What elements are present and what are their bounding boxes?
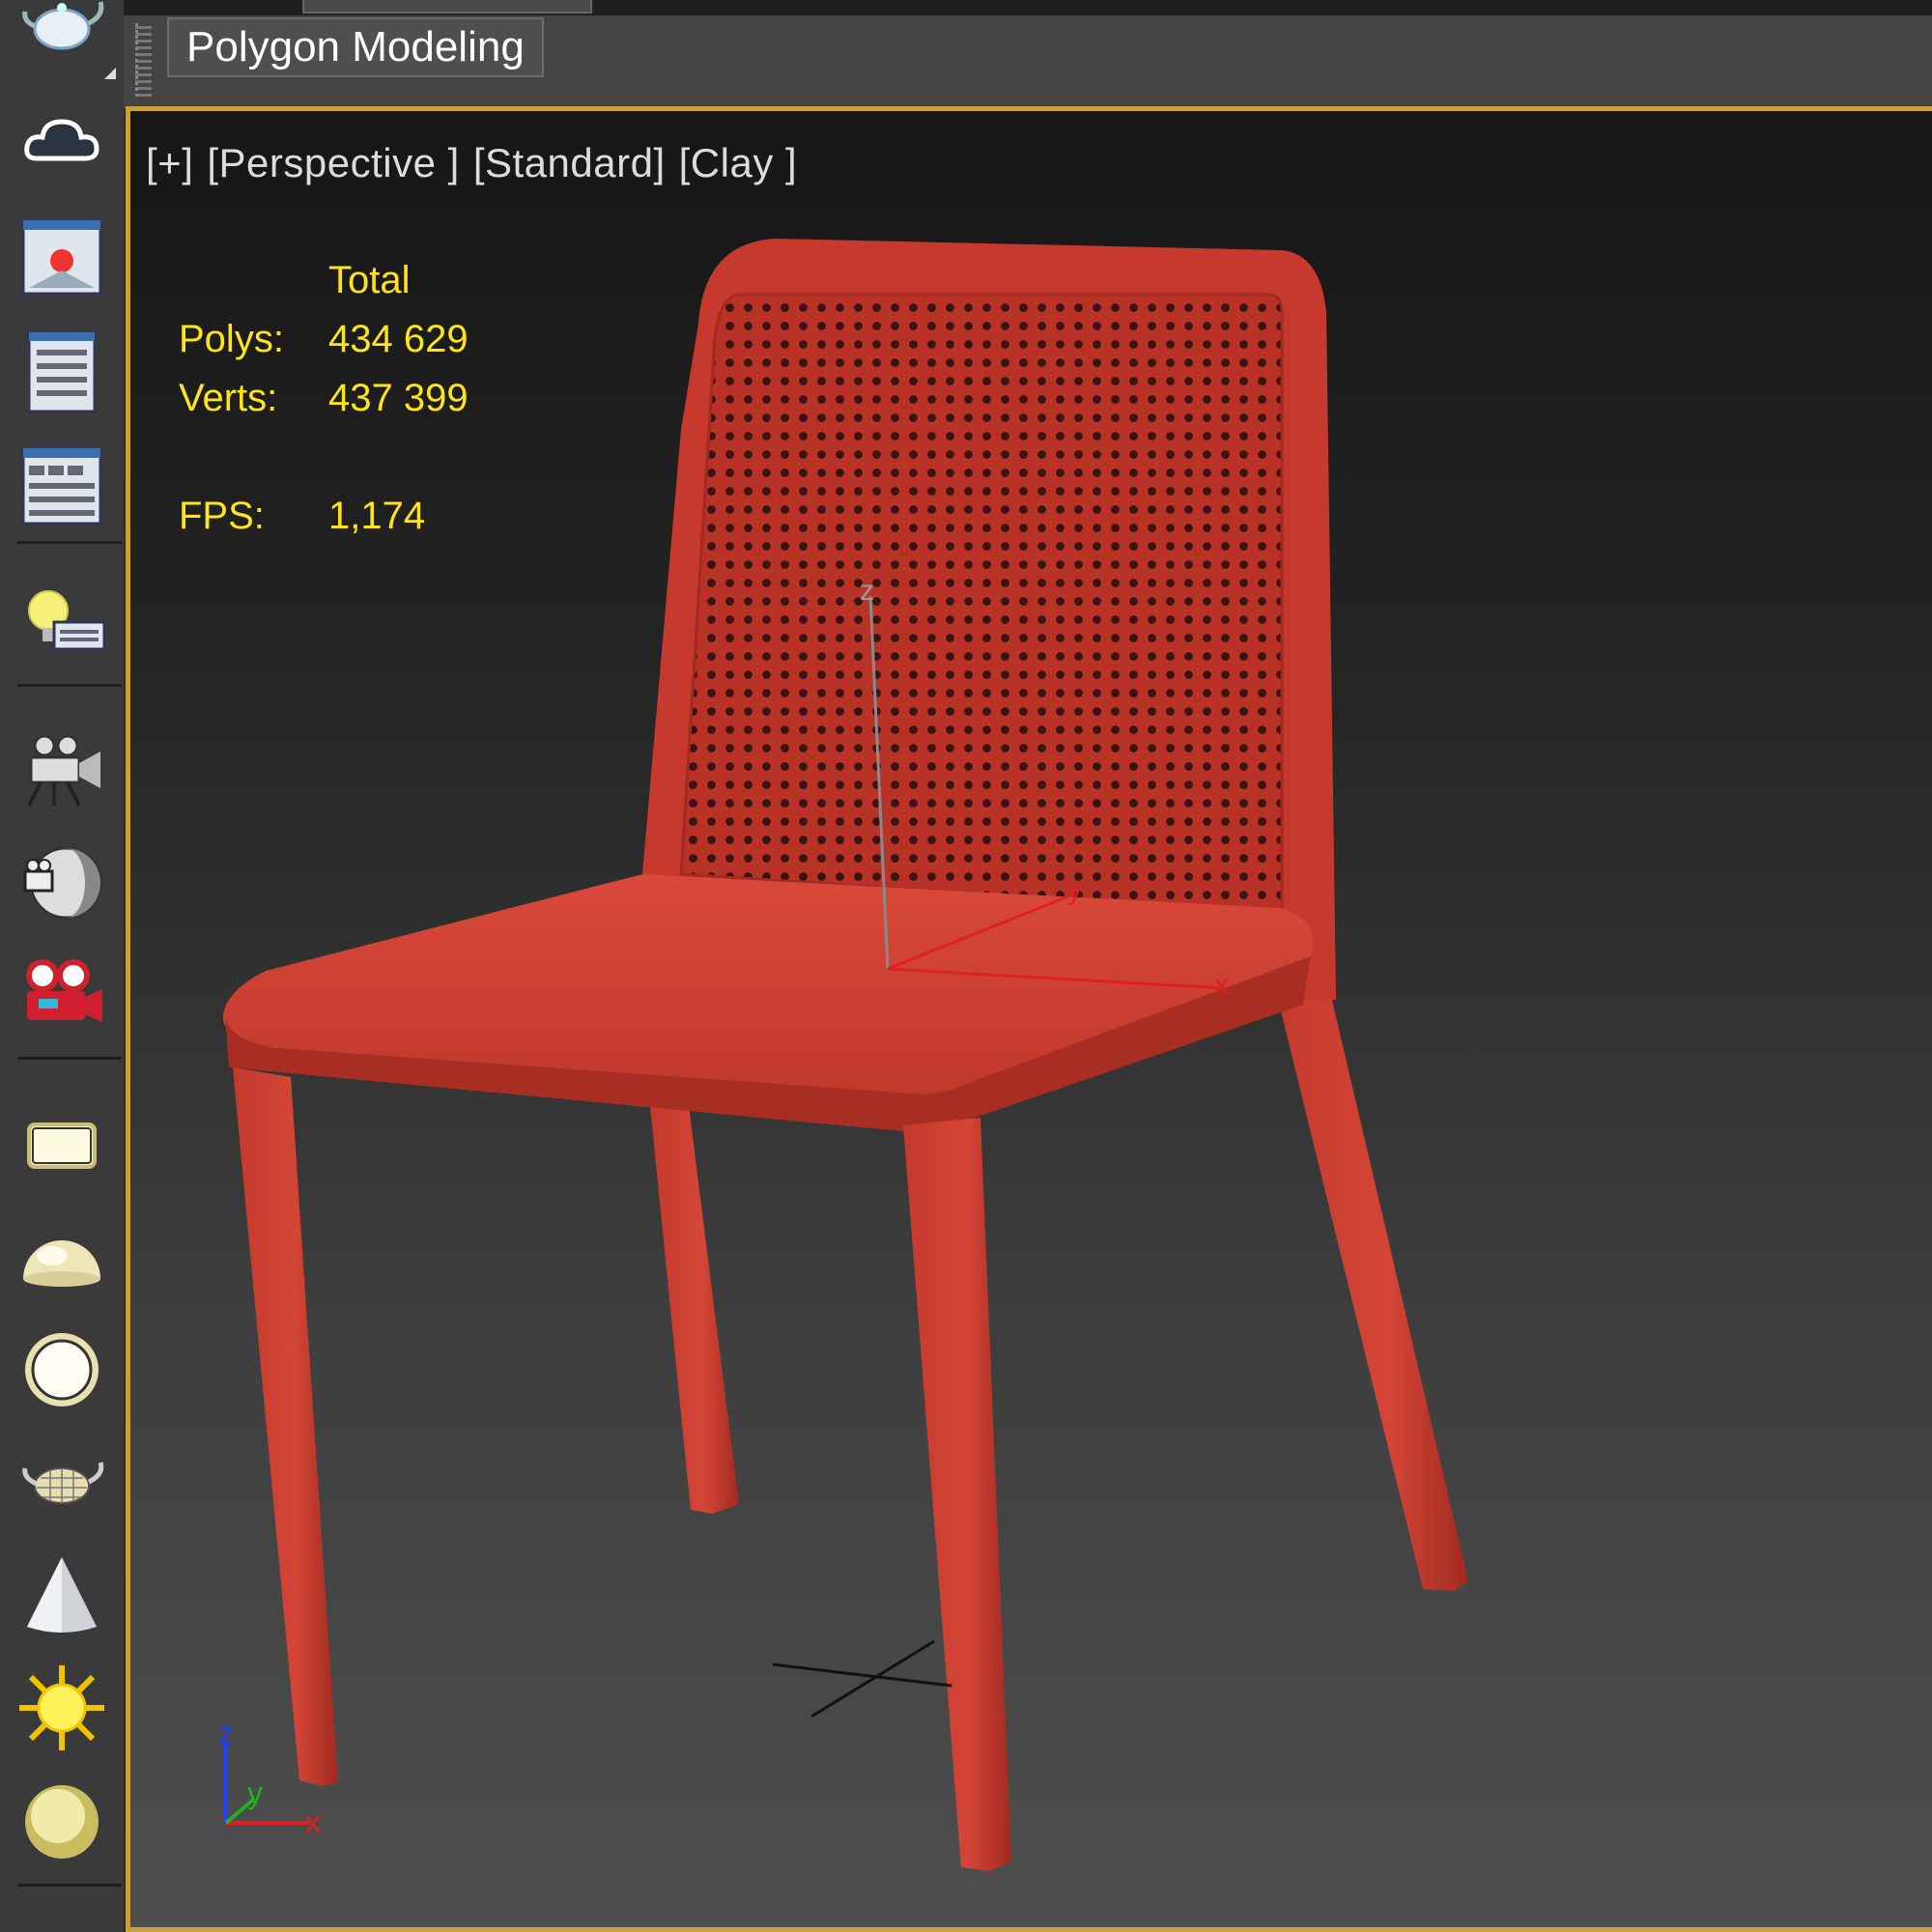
chair-backrest-cane[interactable]	[679, 293, 1284, 915]
teapot-icon[interactable]	[14, 0, 110, 66]
chair-back-leg-right[interactable]	[1272, 976, 1468, 1591]
flyout-corner-icon	[104, 68, 116, 79]
pivot-y-label: y	[1067, 874, 1082, 906]
sky-sphere-icon[interactable]	[14, 1776, 110, 1868]
cloud-icon[interactable]	[14, 97, 110, 189]
gizmo-x-label: x	[305, 1804, 321, 1839]
camera-sphere-icon[interactable]	[14, 837, 110, 929]
ribbon-tab-bar	[124, 0, 1932, 15]
wire-teapot-icon[interactable]	[14, 1435, 110, 1528]
sphere-icon[interactable]	[14, 1323, 110, 1416]
chair-front-leg-right[interactable]	[903, 1118, 1011, 1871]
polygon-modeling-tab[interactable]: Polygon Modeling	[167, 17, 544, 77]
chair-back-leg-left[interactable]	[650, 1106, 739, 1514]
viewport-standard-menu[interactable]: [Standard]	[473, 140, 666, 185]
toolbar-separator	[17, 1057, 122, 1060]
viewport-shading-menu[interactable]: [Clay ]	[679, 140, 798, 185]
camera-icon[interactable]	[14, 723, 110, 815]
ribbon-tab-partial[interactable]	[302, 0, 592, 14]
material-editor-icon[interactable]	[14, 439, 110, 531]
viewport-label-menu: [+] [Perspective ] [Standard] [Clay ]	[146, 140, 810, 186]
world-origin-line	[810, 1639, 935, 1719]
stats-fps-label: FPS:	[179, 495, 265, 537]
cone-icon[interactable]	[14, 1549, 110, 1642]
stats-polys-value: 434 629	[328, 318, 469, 360]
ribbon-grip-handle[interactable]	[135, 23, 152, 97]
toolbar-separator	[17, 541, 122, 544]
viewport-point-of-view-menu[interactable]: [Perspective ]	[207, 140, 459, 185]
pivot-z-label: z	[860, 575, 874, 607]
view-axis-gizmo: z y x	[218, 1716, 321, 1839]
statistics-overlay: Total Polys: 434 629 Verts: 437 399 FPS: 1,…	[179, 251, 469, 546]
chair-front-leg-left[interactable]	[233, 1067, 338, 1786]
world-origin-line	[772, 1662, 952, 1688]
hemisphere-icon[interactable]	[14, 1213, 110, 1306]
stats-verts-label: Verts:	[179, 377, 278, 419]
stats-fps-value: 1,174	[328, 495, 426, 537]
render-window-icon[interactable]	[14, 211, 110, 303]
stats-verts-value: 437 399	[328, 377, 469, 419]
sun-icon[interactable]	[14, 1662, 110, 1754]
plane-icon[interactable]	[14, 1099, 110, 1192]
video-camera-icon[interactable]	[14, 949, 110, 1041]
gizmo-y-label: y	[247, 1776, 263, 1810]
gizmo-z-label: z	[218, 1716, 234, 1750]
render-setup-icon[interactable]	[14, 325, 110, 417]
stats-polys-label: Polys:	[179, 318, 284, 360]
pivot-x-label: x	[1214, 969, 1229, 1001]
toolbar-separator	[17, 684, 122, 687]
viewport-plus-menu[interactable]: [+]	[146, 140, 193, 185]
stats-header: Total	[328, 259, 411, 301]
perspective-viewport[interactable]: z y x [+] [Perspective ] [Standard] [Clay ]…	[126, 106, 1932, 1932]
ribbon: Polygon Modeling	[124, 15, 1932, 108]
left-toolbar	[0, 0, 124, 1932]
light-lister-icon[interactable]	[14, 580, 110, 672]
toolbar-separator	[17, 1884, 122, 1887]
